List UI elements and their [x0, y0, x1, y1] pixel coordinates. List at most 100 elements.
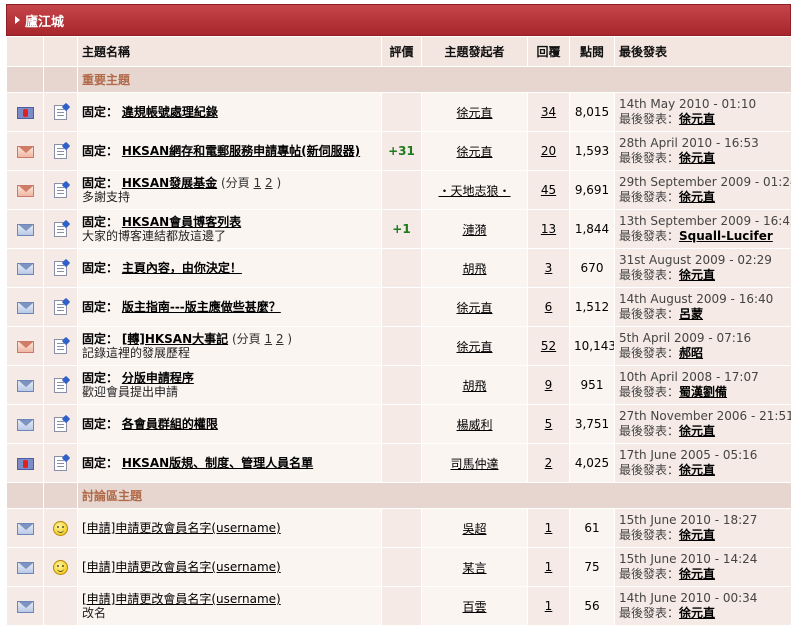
header-last-post[interactable]: 最後發表 — [614, 36, 792, 67]
last-poster-link[interactable]: 徐元直 — [679, 463, 715, 477]
views-cell: 10,143 — [569, 326, 615, 366]
replies-link[interactable]: 2 — [545, 456, 553, 470]
status-cell — [6, 248, 44, 288]
header-replies[interactable]: 回覆 — [527, 36, 570, 67]
table-row: [申請]申請更改會員名字(username) 某言 1 75 15th June 201… — [6, 547, 792, 587]
page-link[interactable]: 1 — [264, 332, 272, 346]
topic-title-link[interactable]: 申請更改會員名字(username) — [115, 560, 280, 574]
last-poster-link[interactable]: 徐元直 — [679, 190, 715, 204]
topic-title-link[interactable]: HKSAN版規、制度、管理人員名單 — [122, 456, 313, 470]
replies-link[interactable]: 13 — [541, 222, 556, 236]
topic-title-link[interactable]: 版主指南---版主應做些甚麼？ — [122, 300, 281, 314]
replies-link[interactable]: 1 — [545, 599, 553, 613]
rating-cell: +1 — [381, 209, 422, 249]
topic-cell: 固定： HKSAN發展基金 (分頁 1 2 ) 多謝支持 — [77, 170, 382, 210]
replies-link[interactable]: 6 — [545, 300, 553, 314]
replies-link[interactable]: 52 — [541, 339, 556, 353]
last-post-label: 最後發表： — [619, 463, 680, 477]
topic-title-link[interactable]: [轉]HKSAN大事記 — [122, 332, 228, 346]
starter-link[interactable]: 胡飛 — [462, 379, 486, 393]
starter-link[interactable]: 徐元直 — [456, 301, 492, 315]
topic-document-icon — [54, 455, 67, 471]
last-poster-link[interactable]: 徐元直 — [679, 424, 715, 438]
topic-tag-link[interactable]: [申請] — [82, 521, 115, 535]
envelope-icon[interactable] — [16, 301, 34, 314]
envelope-icon[interactable] — [16, 223, 34, 236]
pinned-envelope-icon[interactable] — [16, 106, 34, 119]
header-views[interactable]: 點閱 — [569, 36, 615, 67]
last-poster-link[interactable]: 徐元直 — [679, 567, 715, 581]
hot-envelope-icon[interactable] — [16, 184, 34, 197]
topic-document-icon — [54, 260, 67, 276]
last-post-date: 14th June 2010 - 00:34 — [619, 591, 758, 605]
smiley-icon — [53, 559, 68, 575]
starter-link[interactable]: 徐元直 — [456, 106, 492, 120]
replies-link[interactable]: 5 — [545, 417, 553, 431]
topic-title-link[interactable]: 申請更改會員名字(username) — [115, 521, 280, 535]
envelope-icon[interactable] — [16, 600, 34, 613]
topic-title-link[interactable]: 申請更改會員名字(username) — [115, 592, 280, 606]
starter-link[interactable]: 漣漪 — [462, 223, 486, 237]
topic-tag-link[interactable]: [申請] — [82, 592, 115, 606]
hot-envelope-icon[interactable] — [16, 145, 34, 158]
pinned-prefix: 固定： — [82, 176, 119, 190]
hot-envelope-icon[interactable] — [16, 340, 34, 353]
topic-title-link[interactable]: 主頁內容，由你決定！ — [122, 261, 242, 275]
replies-link[interactable]: 1 — [545, 560, 553, 574]
replies-link[interactable]: 1 — [545, 521, 553, 535]
topic-icon-cell — [43, 326, 78, 366]
header-starter[interactable]: 主題發起者 — [421, 36, 528, 67]
last-poster-link[interactable]: 徐元直 — [679, 151, 715, 165]
starter-link[interactable]: 百雲 — [462, 600, 486, 614]
starter-link[interactable]: 司馬仲達 — [450, 457, 498, 471]
topic-tag-link[interactable]: [申請] — [82, 560, 115, 574]
envelope-icon[interactable] — [16, 262, 34, 275]
topic-title-link[interactable]: 違規帳號處理紀錄 — [122, 105, 218, 119]
last-poster-link[interactable]: 呂蒙 — [679, 307, 703, 321]
topic-line: 固定： HKSAN網存和電郵服務申請專帖(新伺服器) — [82, 144, 377, 158]
starter-link[interactable]: 徐元直 — [456, 145, 492, 159]
topic-title-link[interactable]: HKSAN網存和電郵服務申請專帖(新伺服器) — [122, 144, 360, 158]
pinned-envelope-icon[interactable] — [16, 457, 34, 470]
topic-title-link[interactable]: HKSAN發展基金 — [122, 176, 217, 190]
last-poster-link[interactable]: 蜀漢劉備 — [679, 385, 727, 399]
topic-line: 固定： 版主指南---版主應做些甚麼？ — [82, 300, 377, 314]
last-poster-link[interactable]: 徐元直 — [679, 112, 715, 126]
topic-document-icon — [54, 416, 67, 432]
topic-title-link[interactable]: 各會員群組的權限 — [122, 417, 218, 431]
last-poster-link[interactable]: 郝昭 — [679, 346, 703, 360]
envelope-icon[interactable] — [16, 418, 34, 431]
replies-link[interactable]: 45 — [541, 183, 556, 197]
starter-link[interactable]: 吳超 — [462, 522, 486, 536]
topic-title-link[interactable]: HKSAN會員博客列表 — [122, 215, 241, 229]
envelope-icon[interactable] — [16, 522, 34, 535]
starter-link[interactable]: ・天地志狼・ — [438, 184, 510, 198]
last-post-by: 最後發表：郝昭 — [619, 346, 787, 361]
replies-link[interactable]: 3 — [545, 261, 553, 275]
page-link[interactable]: 1 — [254, 176, 262, 190]
envelope-icon[interactable] — [16, 561, 34, 574]
starter-link[interactable]: 某言 — [462, 561, 486, 575]
envelope-icon[interactable] — [16, 379, 34, 392]
last-poster-link[interactable]: 徐元直 — [679, 606, 715, 620]
last-poster-link[interactable]: Squall-Lucifer — [679, 229, 773, 243]
starter-link[interactable]: 徐元直 — [456, 340, 492, 354]
topic-line: 固定： 分版申請程序 — [82, 371, 377, 385]
views-cell: 670 — [569, 248, 615, 288]
topic-title-link[interactable]: 分版申請程序 — [122, 371, 194, 385]
topic-document-icon — [54, 182, 67, 198]
status-cell — [6, 404, 44, 444]
last-poster-link[interactable]: 徐元直 — [679, 528, 715, 542]
starter-link[interactable]: 胡飛 — [462, 262, 486, 276]
page-link[interactable]: 2 — [265, 176, 273, 190]
section-title: 討論區主題 — [77, 482, 792, 509]
page-link[interactable]: 2 — [276, 332, 284, 346]
header-topic[interactable]: 主題名稱 — [77, 36, 382, 67]
last-poster-link[interactable]: 徐元直 — [679, 268, 715, 282]
replies-link[interactable]: 34 — [541, 105, 556, 119]
replies-link[interactable]: 9 — [545, 378, 553, 392]
views-cell: 1,844 — [569, 209, 615, 249]
header-rating[interactable]: 評價 — [381, 36, 422, 67]
replies-link[interactable]: 20 — [541, 144, 556, 158]
starter-link[interactable]: 楊威利 — [456, 418, 492, 432]
